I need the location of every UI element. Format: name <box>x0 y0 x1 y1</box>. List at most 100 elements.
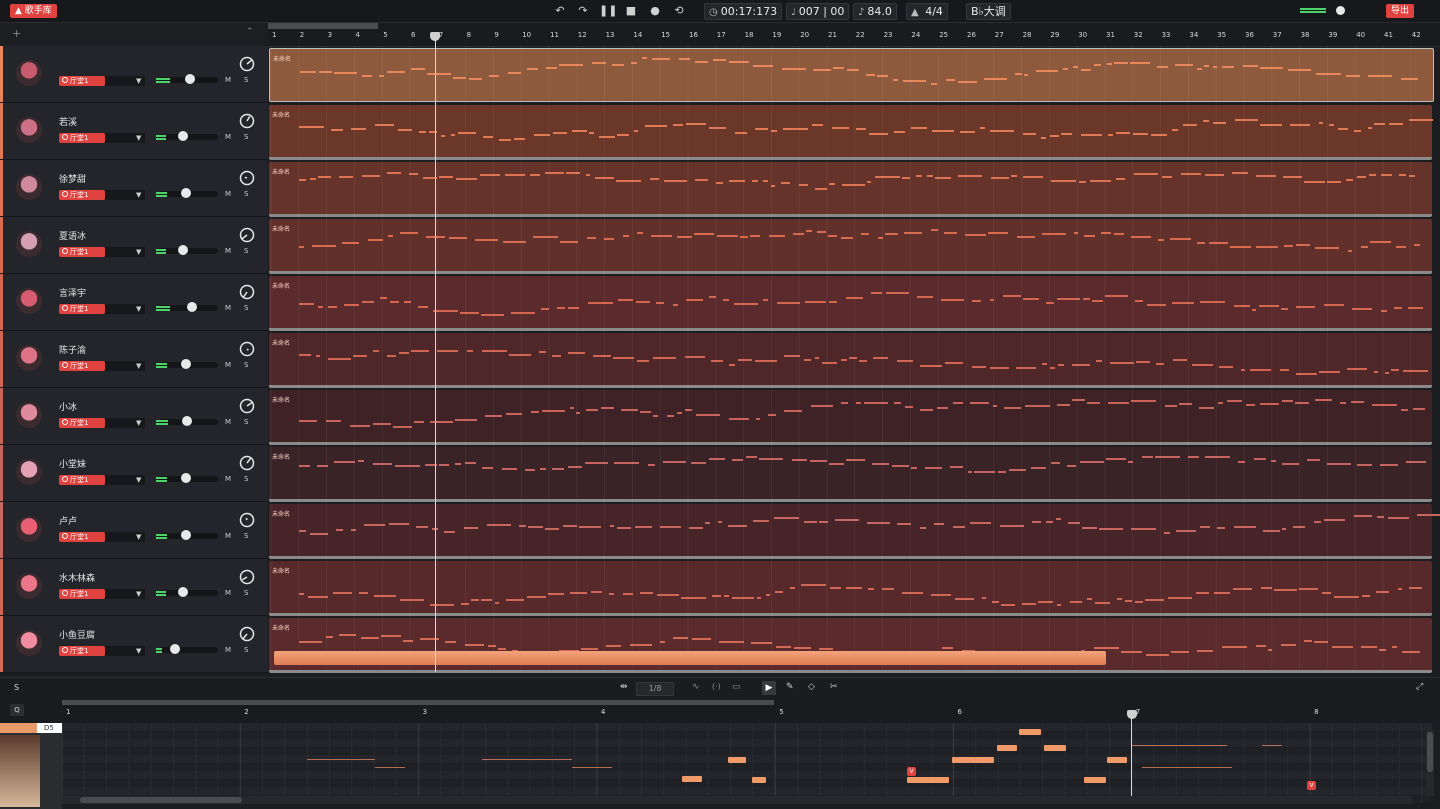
note-segment[interactable] <box>403 640 413 642</box>
note-segment[interactable] <box>753 520 769 522</box>
note-segment[interactable] <box>1368 127 1372 129</box>
note-segment[interactable] <box>1057 404 1070 406</box>
note-segment[interactable] <box>1218 402 1223 404</box>
curve-icon[interactable]: ∿ <box>692 682 700 692</box>
note-segment[interactable] <box>634 130 638 132</box>
note-segment[interactable] <box>623 235 629 237</box>
note-segment[interactable] <box>1332 646 1353 648</box>
note-segment[interactable] <box>784 410 802 412</box>
note-segment[interactable] <box>1222 66 1234 68</box>
track-name[interactable]: 徐梦甜 <box>59 172 86 185</box>
note-segment[interactable] <box>1357 176 1366 178</box>
note-segment[interactable] <box>420 638 439 640</box>
note-segment[interactable] <box>464 527 478 529</box>
note-segment[interactable] <box>1147 304 1166 306</box>
note-segment[interactable] <box>411 350 429 352</box>
note-segment[interactable] <box>1108 134 1113 136</box>
note-segment[interactable] <box>925 467 942 469</box>
chevron-down-icon[interactable]: ▼ <box>136 589 141 599</box>
chevron-down-icon[interactable]: ▼ <box>136 646 141 656</box>
chevron-down-icon[interactable]: ▼ <box>136 133 141 143</box>
engine-select[interactable]: 厅堂1 <box>59 361 105 371</box>
note-segment[interactable] <box>768 414 776 416</box>
note-segment[interactable] <box>763 299 768 301</box>
note-segment[interactable] <box>1213 66 1217 68</box>
track-lane[interactable]: 未命名 <box>269 447 1432 502</box>
note-block[interactable] <box>682 776 702 782</box>
note-segment[interactable] <box>650 178 659 180</box>
note-segment[interactable] <box>667 415 674 417</box>
note-segment[interactable] <box>599 136 615 138</box>
chevron-down-icon[interactable]: ▼ <box>136 76 141 86</box>
engine-select[interactable]: 厅堂1 <box>59 304 105 314</box>
note-segment[interactable] <box>812 124 823 126</box>
note-segment[interactable] <box>1238 461 1245 463</box>
track-lane[interactable]: 未命名 <box>269 105 1433 160</box>
note-segment[interactable] <box>677 236 692 238</box>
note-segment[interactable] <box>774 517 799 519</box>
note-segment[interactable] <box>1401 78 1418 80</box>
pan-dial-icon[interactable] <box>239 626 255 642</box>
note-segment[interactable] <box>1095 602 1110 604</box>
note-segment[interactable] <box>630 644 652 646</box>
avatar[interactable] <box>16 345 42 371</box>
note-segment[interactable] <box>734 303 758 305</box>
note-segment[interactable] <box>1025 405 1050 407</box>
avatar[interactable] <box>16 630 42 656</box>
note-segment[interactable] <box>471 599 479 601</box>
note-segment[interactable] <box>416 526 428 528</box>
note-segment[interactable] <box>439 464 449 466</box>
note-segment[interactable] <box>1016 367 1036 369</box>
note-segment[interactable] <box>1072 364 1090 366</box>
note-segment[interactable] <box>299 354 311 356</box>
note-segment[interactable] <box>713 59 726 61</box>
undo-icon[interactable]: ↶ <box>552 4 568 18</box>
note-segment[interactable] <box>931 83 937 85</box>
note-segment[interactable] <box>1015 73 1022 75</box>
note-segment[interactable] <box>689 527 703 529</box>
note-segment[interactable] <box>694 233 714 235</box>
note-segment[interactable] <box>1183 124 1197 126</box>
note-segment[interactable] <box>1188 456 1199 458</box>
track-lane[interactable]: 未命名 <box>269 504 1440 559</box>
note-segment[interactable] <box>1003 295 1021 297</box>
note-block[interactable] <box>952 757 994 763</box>
note-segment[interactable] <box>1282 463 1299 465</box>
note-segment[interactable] <box>1413 408 1425 410</box>
note-segment[interactable] <box>358 460 364 462</box>
note-segment[interactable] <box>799 184 808 186</box>
note-segment[interactable] <box>334 72 357 74</box>
note-segment[interactable] <box>1110 362 1134 364</box>
note-segment[interactable] <box>1022 603 1036 605</box>
note-segment[interactable] <box>841 402 848 404</box>
engine-select[interactable]: 厅堂1 <box>59 247 105 257</box>
note-segment[interactable] <box>902 177 910 179</box>
pan-dial-icon[interactable] <box>239 455 255 471</box>
note-segment[interactable] <box>1114 62 1128 64</box>
note-segment[interactable] <box>861 233 869 235</box>
note-segment[interactable] <box>570 592 587 594</box>
note-segment[interactable] <box>592 62 606 64</box>
note-segment[interactable] <box>389 523 409 525</box>
note-segment[interactable] <box>1094 647 1119 649</box>
chevron-down-icon[interactable]: ▼ <box>136 418 141 428</box>
note-segment[interactable] <box>1219 366 1233 368</box>
note-segment[interactable] <box>873 357 888 359</box>
note-segment[interactable] <box>1329 124 1334 126</box>
quantize-select[interactable]: 1/8 <box>636 682 674 696</box>
note-segment[interactable] <box>1058 364 1064 366</box>
note-segment[interactable] <box>1259 305 1279 307</box>
note-segment[interactable] <box>299 246 304 248</box>
note-segment[interactable] <box>1296 306 1315 308</box>
note-segment[interactable] <box>631 62 637 64</box>
note-segment[interactable] <box>380 297 387 299</box>
note-segment[interactable] <box>651 235 672 237</box>
note-segment[interactable] <box>1158 239 1164 241</box>
note-segment[interactable] <box>970 402 989 404</box>
note-segment[interactable] <box>729 180 745 182</box>
volume-knob[interactable] <box>178 131 188 141</box>
note-segment[interactable] <box>729 418 749 420</box>
track-row[interactable]: 徐梦甜 厅堂1 ▼ M S <box>0 160 268 217</box>
note-segment[interactable] <box>1135 300 1143 302</box>
note-segment[interactable] <box>1172 129 1178 131</box>
